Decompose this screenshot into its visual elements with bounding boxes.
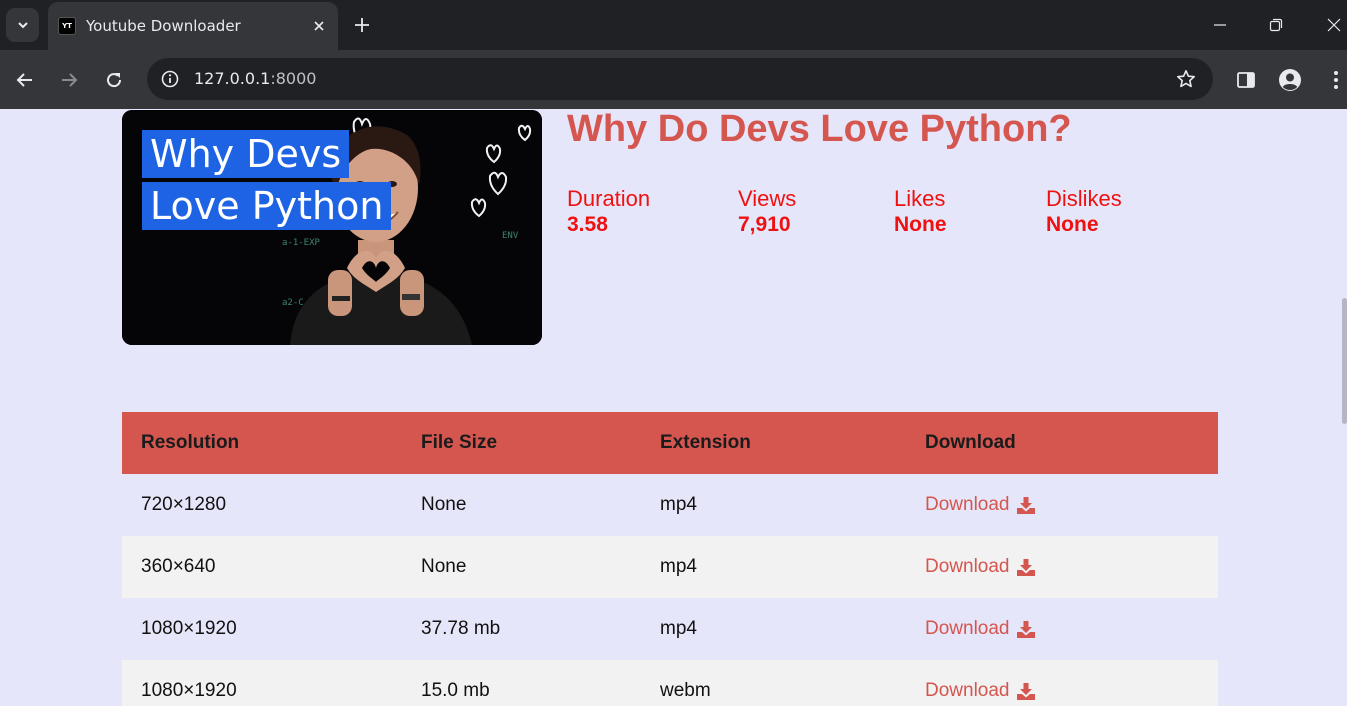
cell-extension: mp4 [660,556,697,577]
close-icon [1327,18,1341,32]
download-icon [1016,496,1035,514]
video-thumbnail: a-1-EXP a2-C ENV Why Devs Love Python [122,110,542,345]
cell-resolution: 1080×1920 [141,680,237,701]
close-window-button[interactable] [1321,12,1347,38]
back-icon [16,73,32,87]
download-icon [1016,558,1035,576]
minimize-icon [1214,24,1226,26]
forward-icon [62,73,78,87]
stat-value: 7,910 [738,213,791,236]
tab-strip: YT Youtube Downloader [0,0,1347,50]
side-panel-icon [1237,72,1255,88]
svg-text:a-1-EXP: a-1-EXP [282,238,321,248]
download-link[interactable]: Download [925,598,1035,660]
svg-text:ENV: ENV [502,231,519,241]
table-row: 720×1280 None mp4 Download [122,474,1218,536]
bookmark-button[interactable] [1175,68,1197,90]
stat-label: Duration [567,186,651,211]
cell-resolution: 1080×1920 [141,618,237,639]
profile-icon [1279,69,1301,91]
cell-resolution: 360×640 [141,556,216,577]
cell-file-size: 15.0 mb [421,680,490,701]
header-resolution: Resolution [141,432,240,453]
kebab-menu-icon [1334,71,1338,89]
table-row: 360×640 None mp4 Download [122,536,1218,598]
download-link-label: Download [925,680,1010,701]
download-cell: Download [925,536,1035,598]
reload-button[interactable] [100,66,128,94]
stat-likes: Likes None [894,186,947,238]
download-link-label: Download [925,618,1010,639]
forward-button[interactable] [55,66,83,94]
url-port: :8000 [270,69,317,88]
stat-value: None [1046,213,1099,236]
download-link[interactable]: Download [925,474,1035,536]
info-icon [161,70,179,88]
thumbnail-caption-line-1: Why Devs [142,130,350,178]
side-panel-button[interactable] [1232,66,1260,94]
tab-close-button[interactable] [308,15,330,37]
url-text[interactable]: 127.0.0.1:8000 [194,69,316,88]
svg-text:a2-C: a2-C [282,298,304,308]
tab-search-button[interactable] [6,8,39,42]
tab-favicon: YT [58,17,76,35]
tab-title: Youtube Downloader [86,17,241,35]
header-file-size: File Size [421,432,498,453]
cell-extension: mp4 [660,618,697,639]
cell-extension: webm [660,680,711,701]
restore-icon [1269,18,1283,32]
download-icon [1016,682,1035,700]
restore-button[interactable] [1263,12,1289,38]
table-row: 1080×1920 15.0 mb webm Download [122,660,1218,706]
star-icon [1177,70,1195,88]
stat-label: Views [738,186,797,211]
stat-value: 3.58 [567,213,608,236]
header-download: Download [925,432,1016,453]
minimize-button[interactable] [1207,12,1233,38]
download-cell: Download [925,598,1035,660]
header-extension: Extension [660,432,751,453]
streams-table: Resolution File Size Extension Download … [122,412,1218,706]
cell-extension: mp4 [660,494,697,515]
download-link-label: Download [925,494,1010,515]
cell-file-size: None [421,494,467,515]
profile-button[interactable] [1276,66,1304,94]
site-info-button[interactable] [159,68,181,90]
stat-value: None [894,213,947,236]
video-title: Why Do Devs Love Python? [567,108,1072,150]
table-row: 1080×1920 37.78 mb mp4 Download [122,598,1218,660]
cell-resolution: 720×1280 [141,494,227,515]
table-header-row: Resolution File Size Extension Download [122,412,1218,474]
download-link[interactable]: Download [925,536,1035,598]
download-cell: Download [925,474,1035,536]
download-link-label: Download [925,556,1010,577]
chevron-down-icon [17,22,28,29]
plus-icon [355,18,369,32]
download-cell: Download [925,660,1035,706]
download-link[interactable]: Download [925,660,1035,706]
stat-duration: Duration 3.58 [567,186,650,238]
thumbnail-caption-line-2: Love Python [142,182,392,230]
download-icon [1016,620,1035,638]
page-scrollbar[interactable] [1342,298,1347,424]
cell-file-size: 37.78 mb [421,618,501,639]
active-tab[interactable]: YT Youtube Downloader [48,2,338,50]
browser-menu-button[interactable] [1322,66,1347,94]
reload-icon [107,73,122,88]
stat-dislikes: Dislikes None [1046,186,1122,238]
cell-file-size: None [421,556,467,577]
stat-views: Views 7,910 [738,186,796,238]
stat-label: Likes [894,186,946,211]
back-button[interactable] [11,66,39,94]
url-host: 127.0.0.1 [194,69,271,88]
new-tab-button[interactable] [350,13,374,37]
browser-toolbar: 127.0.0.1:8000 [0,50,1347,109]
close-icon [314,21,324,31]
address-bar[interactable]: 127.0.0.1:8000 [147,58,1213,100]
stat-label: Dislikes [1046,186,1122,211]
